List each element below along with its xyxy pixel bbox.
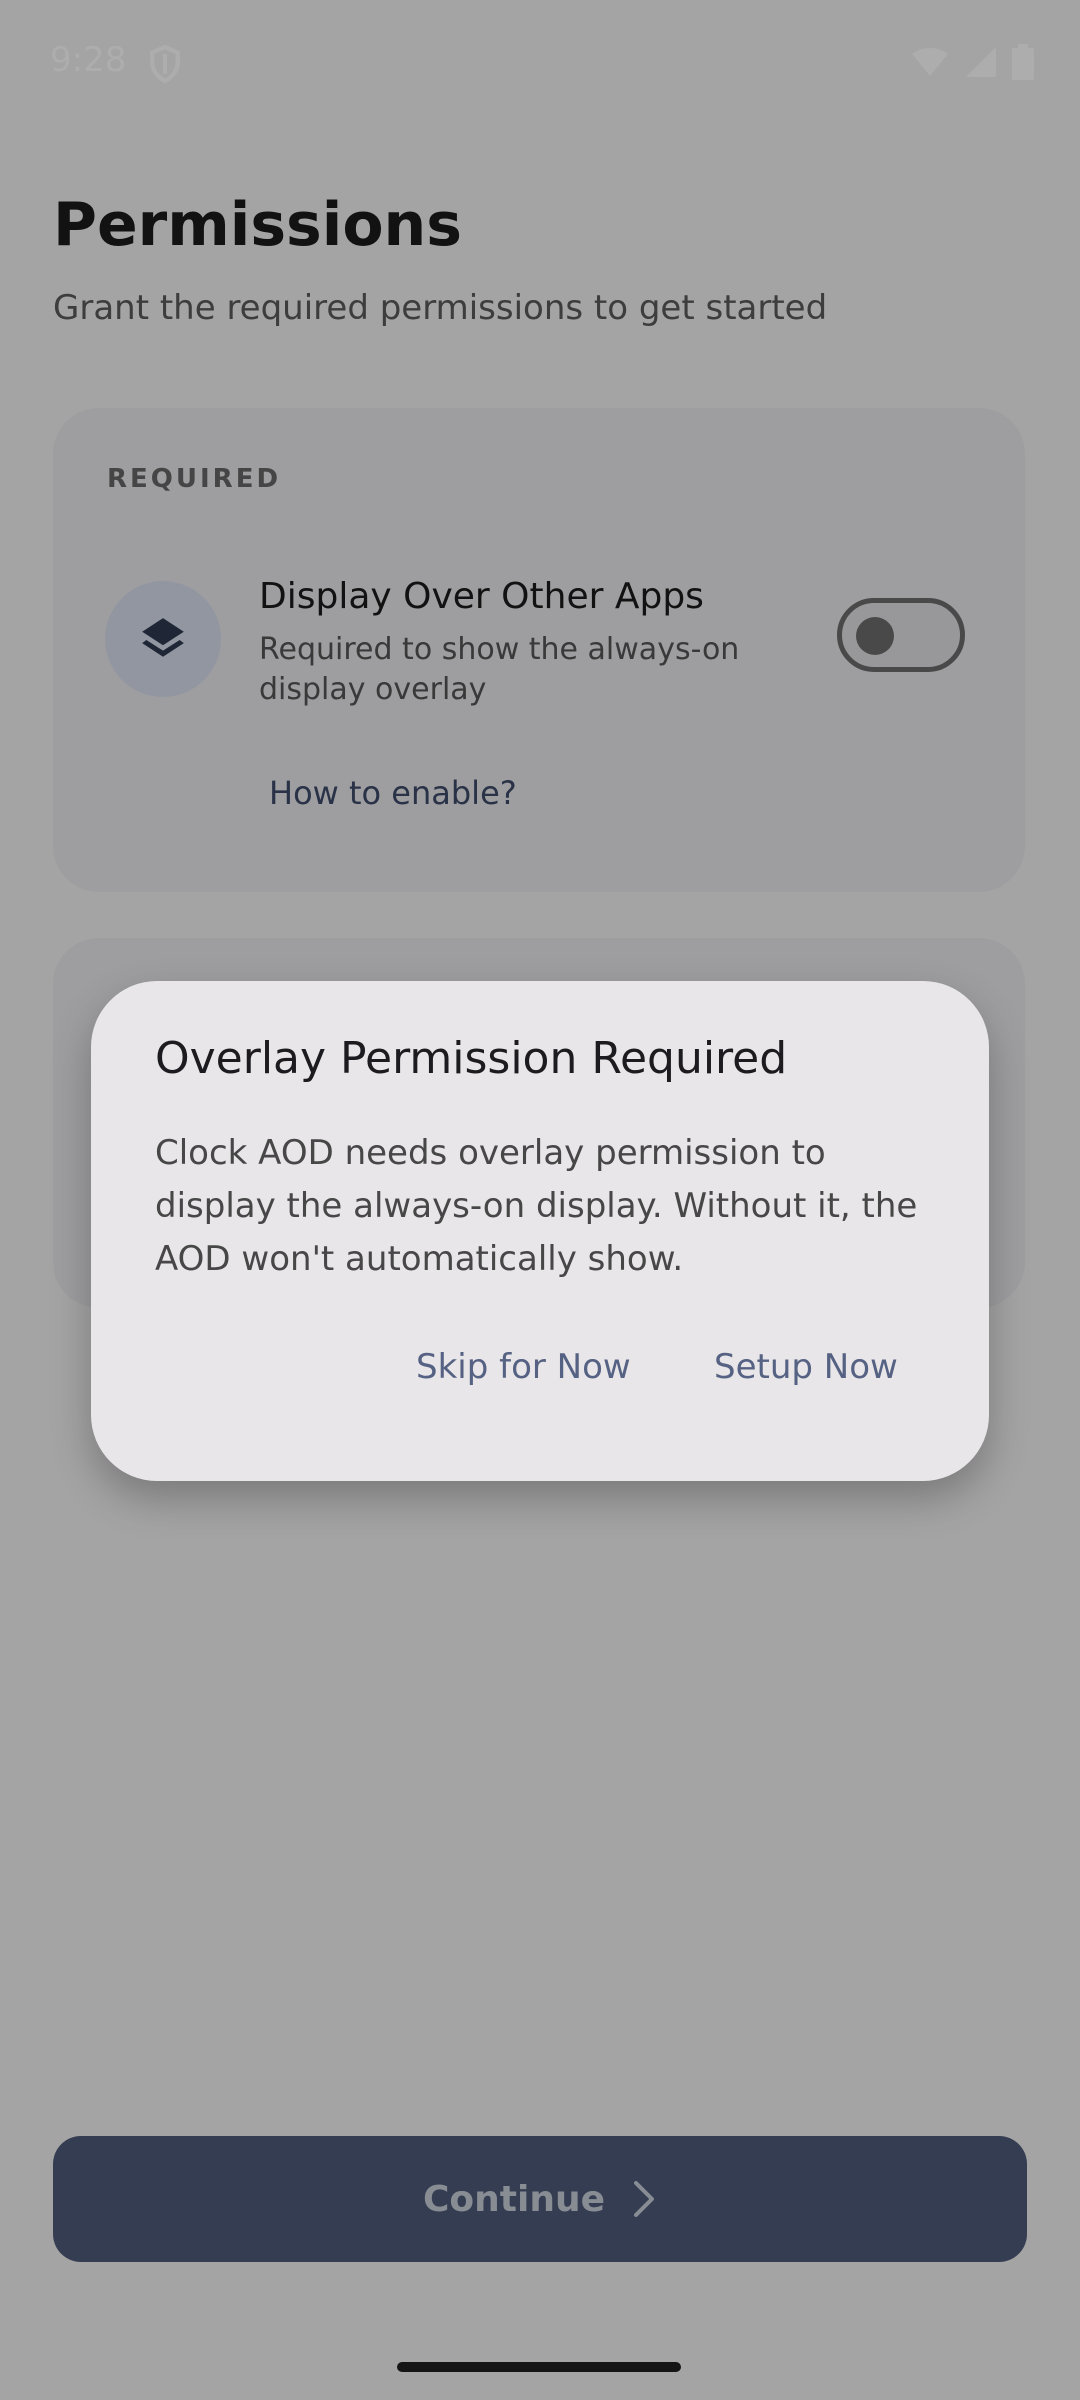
dialog-title: Overlay Permission Required [155,1033,788,1084]
dialog-body: Clock AOD needs overlay permission to di… [155,1133,918,1279]
skip-for-now-button[interactable]: Skip for Now [416,1337,631,1397]
overlay-permission-dialog: Overlay Permission Required Clock AOD ne… [91,981,989,1481]
setup-now-button[interactable]: Setup Now [714,1337,898,1397]
